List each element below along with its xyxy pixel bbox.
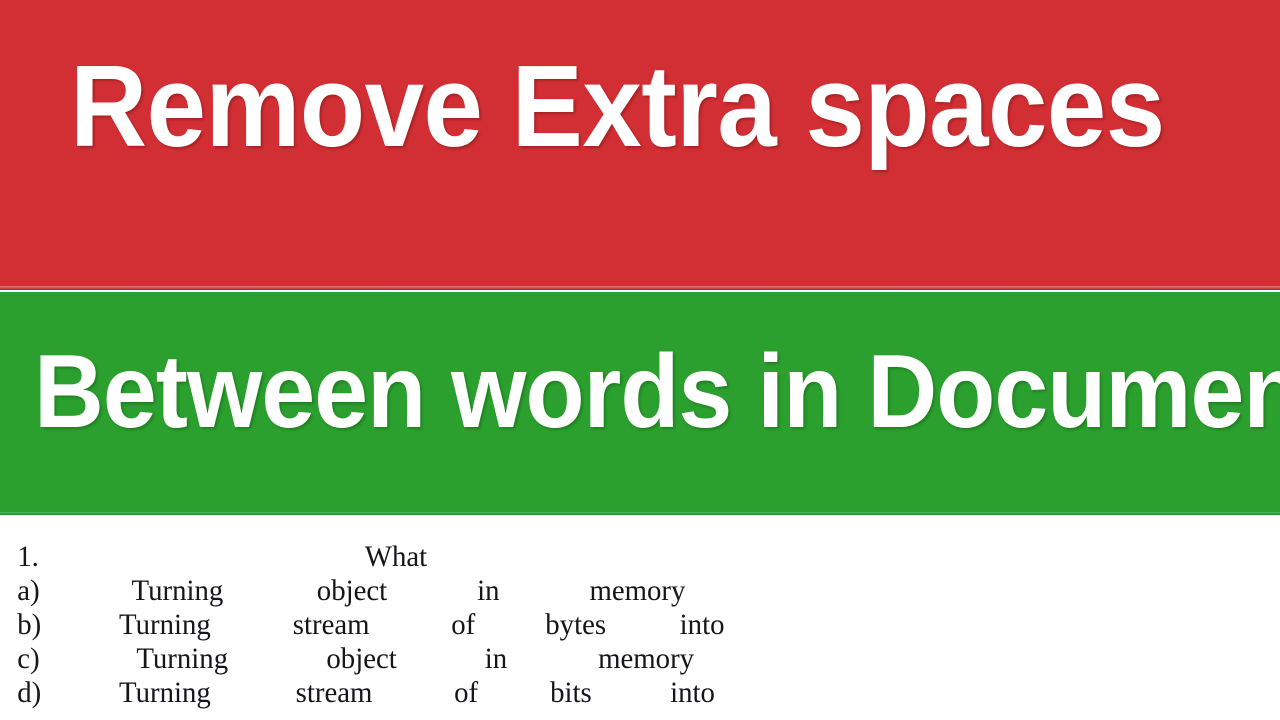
row-marker: c) bbox=[17, 642, 40, 675]
row-word: object bbox=[326, 642, 397, 675]
row-word: Turning bbox=[119, 608, 211, 641]
row-word: stream bbox=[292, 608, 370, 641]
document-row: 1. What bbox=[0, 540, 758, 574]
top-banner-title: Remove Extra spaces bbox=[70, 41, 1165, 171]
row-marker: d) bbox=[17, 676, 42, 709]
row-marker: b) bbox=[17, 608, 42, 641]
row-word: Turning bbox=[119, 676, 211, 709]
top-banner-edge-highlight bbox=[0, 286, 1280, 290]
row-word: of bbox=[451, 608, 476, 641]
bottom-banner-title: Between words in Documents bbox=[34, 334, 1280, 450]
row-word: bytes bbox=[545, 608, 607, 641]
row-word: What bbox=[364, 540, 428, 573]
row-word: memory bbox=[589, 574, 686, 607]
row-word: bits bbox=[550, 676, 592, 709]
row-word: into bbox=[679, 608, 725, 641]
document-row: d) Turning stream of bits into bbox=[0, 676, 758, 710]
row-word: in bbox=[484, 642, 508, 675]
top-banner: Remove Extra spaces bbox=[0, 0, 1280, 290]
document-row: c) Turning object in memory bbox=[0, 642, 758, 676]
row-marker: a) bbox=[17, 574, 40, 607]
row-word: memory bbox=[598, 642, 695, 675]
row-word: object bbox=[316, 574, 388, 607]
row-word: of bbox=[454, 676, 479, 709]
document-preview: 1. What a) Turning object in memory b) Turning st… bbox=[0, 515, 1280, 720]
row-word: Turning bbox=[136, 642, 229, 675]
document-row: b) Turning stream of bytes into bbox=[0, 608, 758, 642]
row-word: Turning bbox=[131, 574, 224, 607]
row-word: stream bbox=[295, 676, 373, 709]
document-row: a) Turning object in memory bbox=[0, 574, 758, 608]
row-word: in bbox=[477, 574, 500, 607]
bottom-banner: Between words in Documents bbox=[0, 292, 1280, 515]
row-word: into bbox=[670, 676, 715, 709]
thumbnail-canvas: Remove Extra spaces Between words in Doc… bbox=[0, 0, 1280, 720]
row-marker: 1. bbox=[17, 540, 39, 573]
